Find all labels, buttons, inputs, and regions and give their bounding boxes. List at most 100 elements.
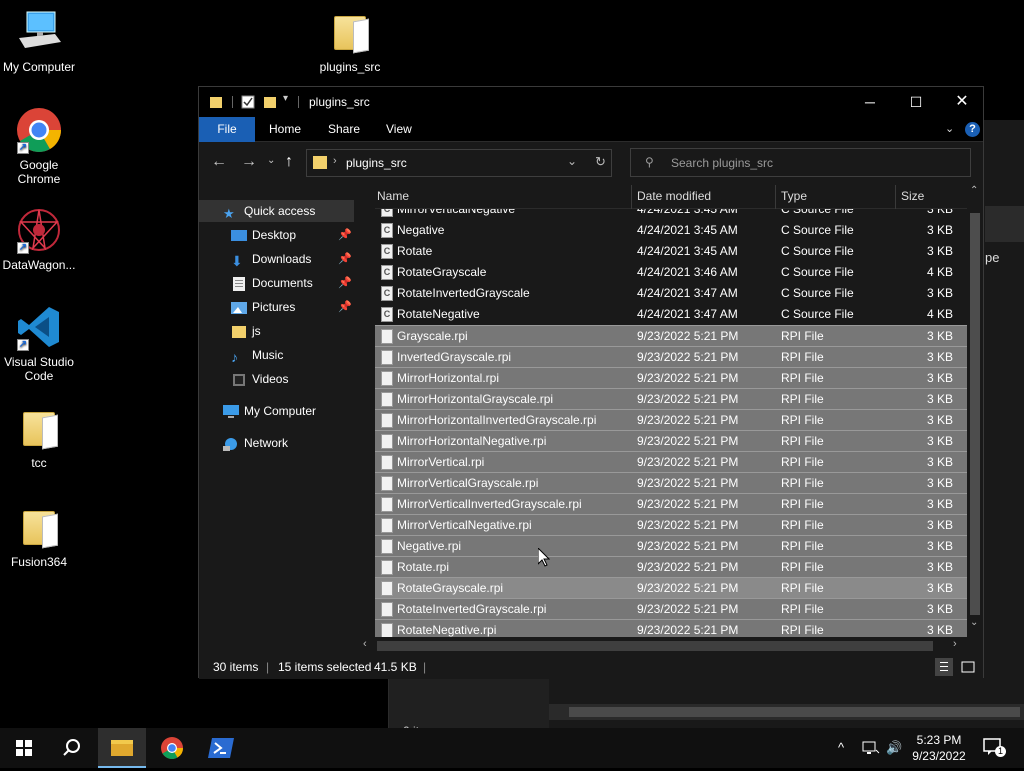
new-folder-icon[interactable] (263, 95, 277, 109)
scrollbar-thumb[interactable] (970, 213, 980, 615)
file-row[interactable]: C Rotate 4/24/2021 3:45 AM C Source File 3 K… (375, 241, 967, 262)
nav-documents[interactable]: Documents 📌 (199, 272, 354, 294)
documents-icon (231, 276, 247, 291)
up-button[interactable]: ↑ (285, 153, 293, 171)
file-row[interactable]: MirrorVerticalInvertedGrayscale.rpi 9/23/… (375, 493, 967, 514)
desktop-icon-tcc[interactable]: tcc (1, 404, 77, 470)
file-list[interactable]: Name Date modified Type ⌃ Size C MirrorVe… (375, 185, 983, 645)
column-size[interactable]: Size (901, 189, 924, 203)
properties-icon[interactable] (241, 95, 255, 109)
chrome-taskbar-button[interactable] (148, 728, 196, 768)
customize-quick-access-icon[interactable]: ▾ (283, 93, 297, 107)
file-name: Negative.rpi (397, 539, 462, 553)
desktop-icon-datawagon[interactable]: ↗ DataWagon... (1, 206, 77, 272)
notifications-icon[interactable]: 1 (983, 738, 1006, 758)
file-row[interactable]: C RotateNegative 4/24/2021 3:47 AM C Source… (375, 304, 967, 325)
nav-videos[interactable]: Videos (199, 368, 354, 390)
scrollbar-thumb[interactable] (377, 641, 933, 651)
search-button[interactable] (48, 728, 96, 768)
nav-pictures[interactable]: Pictures 📌 (199, 296, 354, 318)
file-date-modified: 9/23/2022 5:21 PM (637, 518, 739, 532)
address-dropdown-icon[interactable]: ⌄ (567, 154, 577, 168)
desktop-icon-plugins-src[interactable]: plugins_src (312, 8, 388, 74)
file-type: RPI File (781, 518, 824, 532)
file-type: RPI File (781, 581, 824, 595)
back-button[interactable]: ← (211, 153, 227, 171)
scroll-down-icon[interactable]: ⌄ (970, 617, 978, 628)
scroll-right-icon[interactable]: › (953, 638, 957, 650)
file-row[interactable]: MirrorHorizontalInvertedGrayscale.rpi 9/2… (375, 409, 967, 430)
file-row[interactable]: C RotateGrayscale 4/24/2021 3:46 AM C Sourc… (375, 262, 967, 283)
desktop-icon-chrome[interactable]: ↗ Google Chrome (1, 106, 77, 186)
nav-js[interactable]: js (199, 320, 354, 342)
file-row[interactable]: InvertedGrayscale.rpi 9/23/2022 5:21 PM RP… (375, 346, 967, 367)
refresh-icon[interactable]: ↻ (595, 154, 606, 170)
large-icons-view-button[interactable] (959, 658, 977, 676)
expand-ribbon-icon[interactable]: ⌄ (945, 122, 954, 135)
address-bar[interactable]: › plugins_src ⌄ ↻ (306, 149, 612, 177)
tab-home[interactable]: Home (257, 117, 313, 142)
file-row[interactable]: RotateGrayscale.rpi 9/23/2022 5:21 PM RPI … (375, 577, 967, 598)
title-bar[interactable]: ▾ plugins_src ─ ☐ ✕ (199, 87, 983, 117)
file-row[interactable]: C Negative 4/24/2021 3:45 AM C Source File 3… (375, 220, 967, 241)
nav-quick-access[interactable]: ★ Quick access (199, 200, 354, 222)
minimize-button[interactable]: ─ (847, 87, 893, 117)
file-row[interactable]: Grayscale.rpi 9/23/2022 5:21 PM RPI File 3 … (375, 325, 967, 346)
file-row[interactable]: RotateInvertedGrayscale.rpi 9/23/2022 5:2… (375, 598, 967, 619)
nav-downloads[interactable]: ⬇ Downloads 📌 (199, 248, 354, 270)
file-icon (381, 602, 393, 617)
file-explorer-taskbar-button[interactable] (98, 728, 146, 768)
file-size: 4 KB (927, 265, 954, 279)
network-icon[interactable] (862, 740, 880, 759)
nav-desktop[interactable]: Desktop 📌 (199, 224, 354, 246)
file-row[interactable]: MirrorHorizontal.rpi 9/23/2022 5:21 PM RPI… (375, 367, 967, 388)
background-horizontal-scrollbar[interactable] (549, 704, 1024, 720)
tab-file[interactable]: File (199, 117, 255, 142)
desktop-icon-vscode[interactable]: ↗ Visual Studio Code (1, 303, 77, 383)
column-date-modified[interactable]: Date modified (637, 189, 711, 203)
start-button[interactable] (0, 728, 48, 768)
scroll-up-icon[interactable]: ⌃ (970, 185, 978, 196)
tab-share[interactable]: Share (316, 117, 372, 142)
file-row[interactable]: MirrorHorizontalGrayscale.rpi 9/23/2022 5… (375, 388, 967, 409)
nav-music[interactable]: ♪ Music (199, 344, 354, 366)
scroll-left-icon[interactable]: ‹ (363, 638, 367, 650)
explorer-window[interactable]: ▾ plugins_src ─ ☐ ✕ File Home Share View… (198, 86, 984, 679)
file-row[interactable]: Rotate.rpi 9/23/2022 5:21 PM RPI File 3 KB (375, 556, 967, 577)
file-row[interactable]: MirrorVerticalNegative.rpi 9/23/2022 5:21… (375, 514, 967, 535)
search-input[interactable]: ⚲ Search plugins_src (630, 148, 971, 177)
file-type: RPI File (781, 434, 824, 448)
column-name[interactable]: Name (377, 189, 409, 203)
close-button[interactable]: ✕ (939, 87, 985, 117)
recent-locations-button[interactable]: ⌄ (267, 155, 275, 166)
background-panel (985, 206, 1024, 242)
file-row[interactable]: RotateNegative.rpi 9/23/2022 5:21 PM RPI F… (375, 619, 967, 639)
tab-view[interactable]: View (374, 117, 424, 142)
file-row[interactable]: C RotateInvertedGrayscale 4/24/2021 3:47 A… (375, 283, 967, 304)
shortcut-arrow-icon: ↗ (17, 142, 29, 154)
breadcrumb-chevron-icon[interactable]: › (333, 155, 337, 167)
column-type[interactable]: Type (781, 189, 807, 203)
file-row[interactable]: MirrorVerticalGrayscale.rpi 9/23/2022 5:2… (375, 472, 967, 493)
forward-button[interactable]: → (241, 153, 257, 171)
window-title: plugins_src (309, 95, 370, 109)
clock[interactable]: 5:23 PM 9/23/2022 (906, 732, 972, 764)
file-row[interactable]: MirrorVertical.rpi 9/23/2022 5:21 PM RPI F… (375, 451, 967, 472)
powershell-taskbar-button[interactable] (198, 728, 246, 768)
show-hidden-icons-button[interactable]: ^ (838, 740, 844, 755)
desktop-icon-fusion364[interactable]: Fusion364 (1, 503, 77, 569)
help-icon[interactable]: ? (965, 122, 980, 137)
shortcut-arrow-icon: ↗ (17, 242, 29, 254)
details-view-button[interactable] (935, 658, 953, 676)
vertical-scrollbar[interactable]: ⌃ ⌄ (967, 185, 983, 631)
horizontal-scrollbar[interactable]: ‹ › (359, 637, 969, 655)
desktop-icon-my-computer[interactable]: My Computer (1, 8, 77, 74)
desktop-icon (231, 228, 247, 242)
nav-network[interactable]: Network (199, 432, 354, 454)
maximize-button[interactable]: ☐ (893, 87, 939, 117)
file-row[interactable]: Negative.rpi 9/23/2022 5:21 PM RPI File 3 K… (375, 535, 967, 556)
volume-icon[interactable]: 🔊 (886, 740, 902, 756)
file-row[interactable]: MirrorHorizontalNegative.rpi 9/23/2022 5:… (375, 430, 967, 451)
nav-my-computer[interactable]: My Computer (199, 400, 354, 422)
file-row[interactable]: C MirrorVerticalNegative 4/24/2021 3:45 AM… (375, 209, 967, 220)
